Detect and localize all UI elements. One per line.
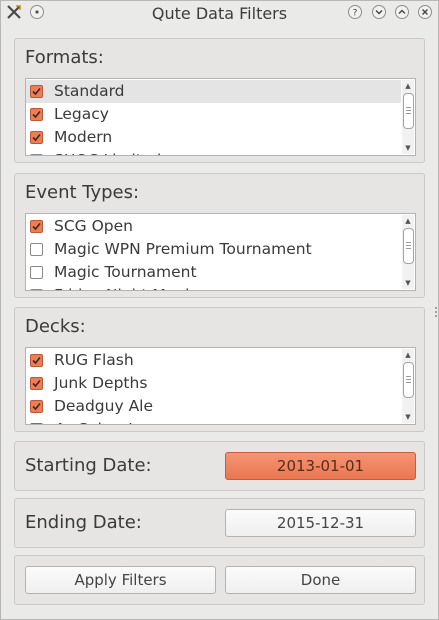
- formats-scrollbar[interactable]: ▲ ▼: [402, 80, 414, 154]
- starting-date-group: Starting Date: 2013-01-01: [14, 441, 425, 491]
- checkbox-checked-icon[interactable]: [30, 400, 43, 413]
- minimize-icon[interactable]: [372, 5, 386, 19]
- format-item[interactable]: SHOC Limited: [26, 149, 401, 155]
- resize-grip[interactable]: [435, 307, 438, 319]
- close-icon[interactable]: [418, 5, 432, 19]
- checkbox-unchecked-icon[interactable]: [30, 266, 43, 279]
- event-types-title: Event Types:: [25, 182, 140, 203]
- deck-item-label: 4c Cobra Loam: [54, 418, 171, 424]
- checkbox-checked-icon[interactable]: [30, 377, 43, 390]
- decks-list[interactable]: RUG Flash Junk Depths Deadguy Ale 4c Cobra …: [25, 347, 416, 425]
- scroll-up-arrow-icon[interactable]: ▲: [402, 349, 414, 361]
- decks-title: Decks:: [25, 316, 86, 337]
- ending-date-picker[interactable]: 2015-12-31: [225, 509, 416, 537]
- filters-window: Qute Data Filters ? Formats: Standard Leg…: [0, 0, 439, 620]
- checkbox-checked-icon[interactable]: [30, 85, 43, 98]
- deck-item[interactable]: Deadguy Ale: [26, 395, 401, 418]
- checkbox-checked-icon[interactable]: [30, 108, 43, 121]
- event-types-scrollbar[interactable]: ▲ ▼: [402, 215, 414, 289]
- scroll-up-arrow-icon[interactable]: ▲: [402, 215, 414, 227]
- ending-date-label: Ending Date:: [25, 512, 142, 533]
- scroll-down-arrow-icon[interactable]: ▼: [402, 411, 414, 423]
- event-type-item-label: Friday Night Magic: [54, 284, 198, 290]
- formats-title: Formats:: [25, 47, 104, 68]
- format-item[interactable]: Modern: [26, 126, 401, 149]
- actions-group: Apply Filters Done: [14, 555, 425, 605]
- checkbox-checked-icon[interactable]: [30, 354, 43, 367]
- formats-group: Formats: Standard Legacy Modern SHOC Limite…: [14, 38, 425, 163]
- scroll-thumb[interactable]: [403, 93, 414, 129]
- svg-text:?: ?: [353, 9, 358, 19]
- event-types-group: Event Types: SCG Open Magic WPN Premium T…: [14, 173, 425, 298]
- format-item[interactable]: Standard: [26, 80, 401, 103]
- format-item-label: Legacy: [54, 105, 109, 123]
- scroll-thumb[interactable]: [403, 228, 414, 264]
- format-item-label: Modern: [54, 128, 113, 146]
- event-type-item[interactable]: Magic WPN Premium Tournament: [26, 238, 401, 261]
- checkbox-checked-icon[interactable]: [30, 423, 43, 424]
- deck-item-label: Junk Depths: [54, 374, 148, 392]
- decks-group: Decks: RUG Flash Junk Depths Deadguy Ale 4c…: [14, 307, 425, 432]
- starting-date-picker[interactable]: 2013-01-01: [225, 452, 416, 480]
- event-type-item[interactable]: Friday Night Magic: [26, 284, 401, 290]
- help-icon[interactable]: ?: [348, 5, 362, 19]
- scroll-up-arrow-icon[interactable]: ▲: [402, 80, 414, 92]
- format-item-label: SHOC Limited: [54, 149, 161, 155]
- maximize-icon[interactable]: [395, 5, 409, 19]
- event-type-item-label: Magic WPN Premium Tournament: [54, 240, 312, 258]
- event-types-list[interactable]: SCG Open Magic WPN Premium Tournament Magi…: [25, 213, 416, 291]
- checkbox-unchecked-icon[interactable]: [30, 243, 43, 256]
- ending-date-group: Ending Date: 2015-12-31: [14, 498, 425, 548]
- title-bar[interactable]: Qute Data Filters ?: [1, 1, 438, 25]
- checkbox-checked-icon[interactable]: [30, 131, 43, 144]
- done-button[interactable]: Done: [225, 566, 416, 594]
- deck-item-label: Deadguy Ale: [54, 397, 154, 415]
- formats-list[interactable]: Standard Legacy Modern SHOC Limited ▲ ▼: [25, 78, 416, 156]
- deck-item[interactable]: 4c Cobra Loam: [26, 418, 401, 424]
- event-type-item[interactable]: Magic Tournament: [26, 261, 401, 284]
- checkbox-unchecked-icon[interactable]: [30, 154, 43, 155]
- scroll-thumb[interactable]: [403, 362, 414, 398]
- scroll-down-arrow-icon[interactable]: ▼: [402, 277, 414, 289]
- decks-scrollbar[interactable]: ▲ ▼: [402, 349, 414, 423]
- event-type-item-label: SCG Open: [54, 217, 133, 235]
- deck-item[interactable]: RUG Flash: [26, 349, 401, 372]
- apply-filters-button[interactable]: Apply Filters: [25, 566, 216, 594]
- format-item[interactable]: Legacy: [26, 103, 401, 126]
- checkbox-unchecked-icon[interactable]: [30, 289, 43, 290]
- starting-date-label: Starting Date:: [25, 455, 152, 476]
- scroll-down-arrow-icon[interactable]: ▼: [402, 142, 414, 154]
- deck-item[interactable]: Junk Depths: [26, 372, 401, 395]
- format-item-label: Standard: [54, 82, 125, 100]
- event-type-item-label: Magic Tournament: [54, 263, 197, 281]
- deck-item-label: RUG Flash: [54, 351, 134, 369]
- checkbox-checked-icon[interactable]: [30, 220, 43, 233]
- event-type-item[interactable]: SCG Open: [26, 215, 401, 238]
